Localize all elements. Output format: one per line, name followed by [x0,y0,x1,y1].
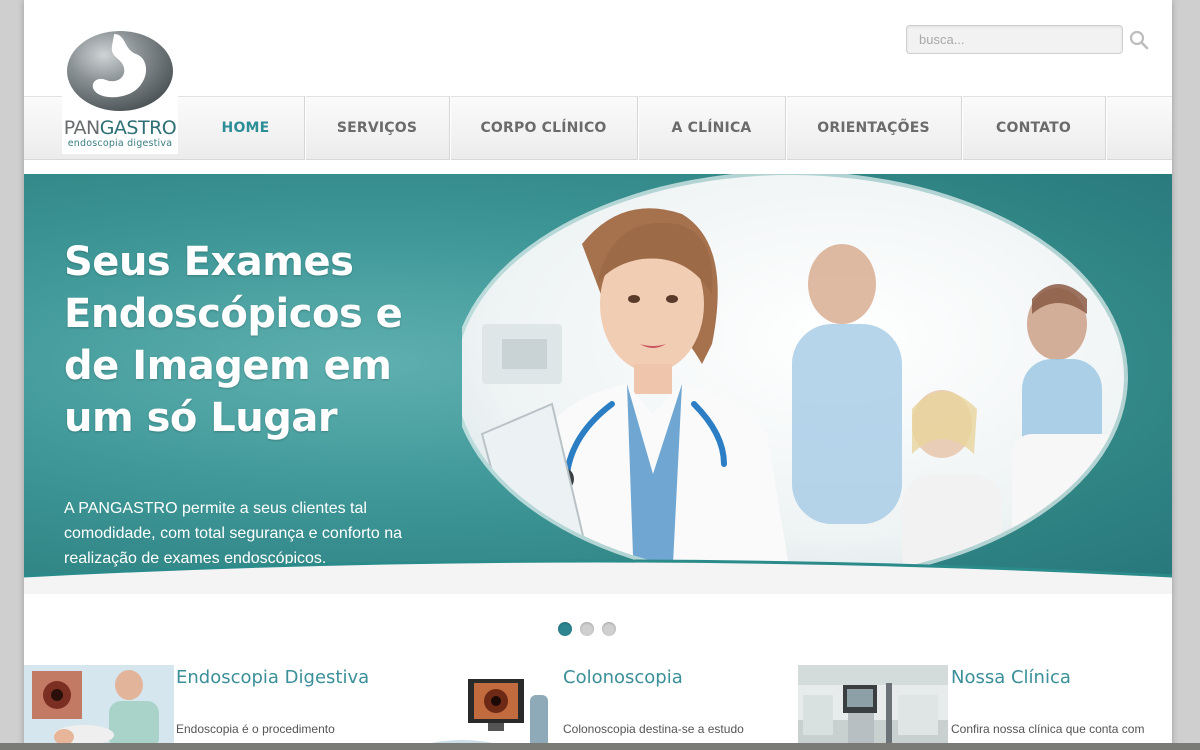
logo-tagline: endoscopia digestiva [67,138,173,149]
colonoscopia-thumbnail[interactable] [422,665,560,750]
search-icon[interactable] [1129,30,1149,50]
feature-text-clinica: Confira nossa clínica que conta com [951,722,1145,736]
nav-item-home[interactable]: HOME [187,96,305,160]
nav-item-orientacoes[interactable]: ORIENTAÇÕES [786,96,962,160]
search-box [906,25,1149,54]
hero-banner[interactable]: Seus Exames Endoscópicos e de Imagem em … [24,174,1172,594]
feature-title-endoscopia[interactable]: Endoscopia Digestiva [176,667,369,688]
slider-dot-2[interactable] [580,622,594,636]
feature-title-clinica[interactable]: Nossa Clínica [951,667,1071,688]
nav-item-a-clinica[interactable]: A CLÍNICA [638,96,786,160]
main-nav: HOME SERVIÇOS CORPO CLÍNICO A CLÍNICA OR… [187,96,1106,160]
endoscopia-thumbnail[interactable] [24,665,174,750]
site-logo[interactable]: PANGASTRO endoscopia digestiva [62,22,178,154]
clinica-thumbnail[interactable] [798,665,948,750]
feature-text-endoscopia: Endoscopia é o procedimento [176,722,335,736]
stomach-logo-icon [67,31,173,111]
feature-title-colonoscopia[interactable]: Colonoscopia [563,667,683,688]
feature-text-colonoscopia: Colonoscopia destina-se a estudo [563,722,744,736]
slider-pagination [558,622,616,636]
nav-item-contato[interactable]: CONTATO [962,96,1106,160]
logo-wordmark: PANGASTRO [63,117,177,139]
site-header: PANGASTRO endoscopia digestiva HOME SERV… [24,0,1172,160]
doctor-photo [462,174,1128,583]
search-input[interactable] [906,25,1123,54]
hero-title: Seus Exames Endoscópicos e de Imagem em … [64,239,403,441]
hero-wave-decoration [24,559,1172,594]
nav-item-servicos[interactable]: SERVIÇOS [305,96,450,160]
slider-dot-3[interactable] [602,622,616,636]
slider-dot-1[interactable] [558,622,572,636]
page-container: PANGASTRO endoscopia digestiva HOME SERV… [24,0,1172,750]
browser-bottom-bar [0,743,1200,750]
nav-item-corpo-clinico[interactable]: CORPO CLÍNICO [450,96,638,160]
